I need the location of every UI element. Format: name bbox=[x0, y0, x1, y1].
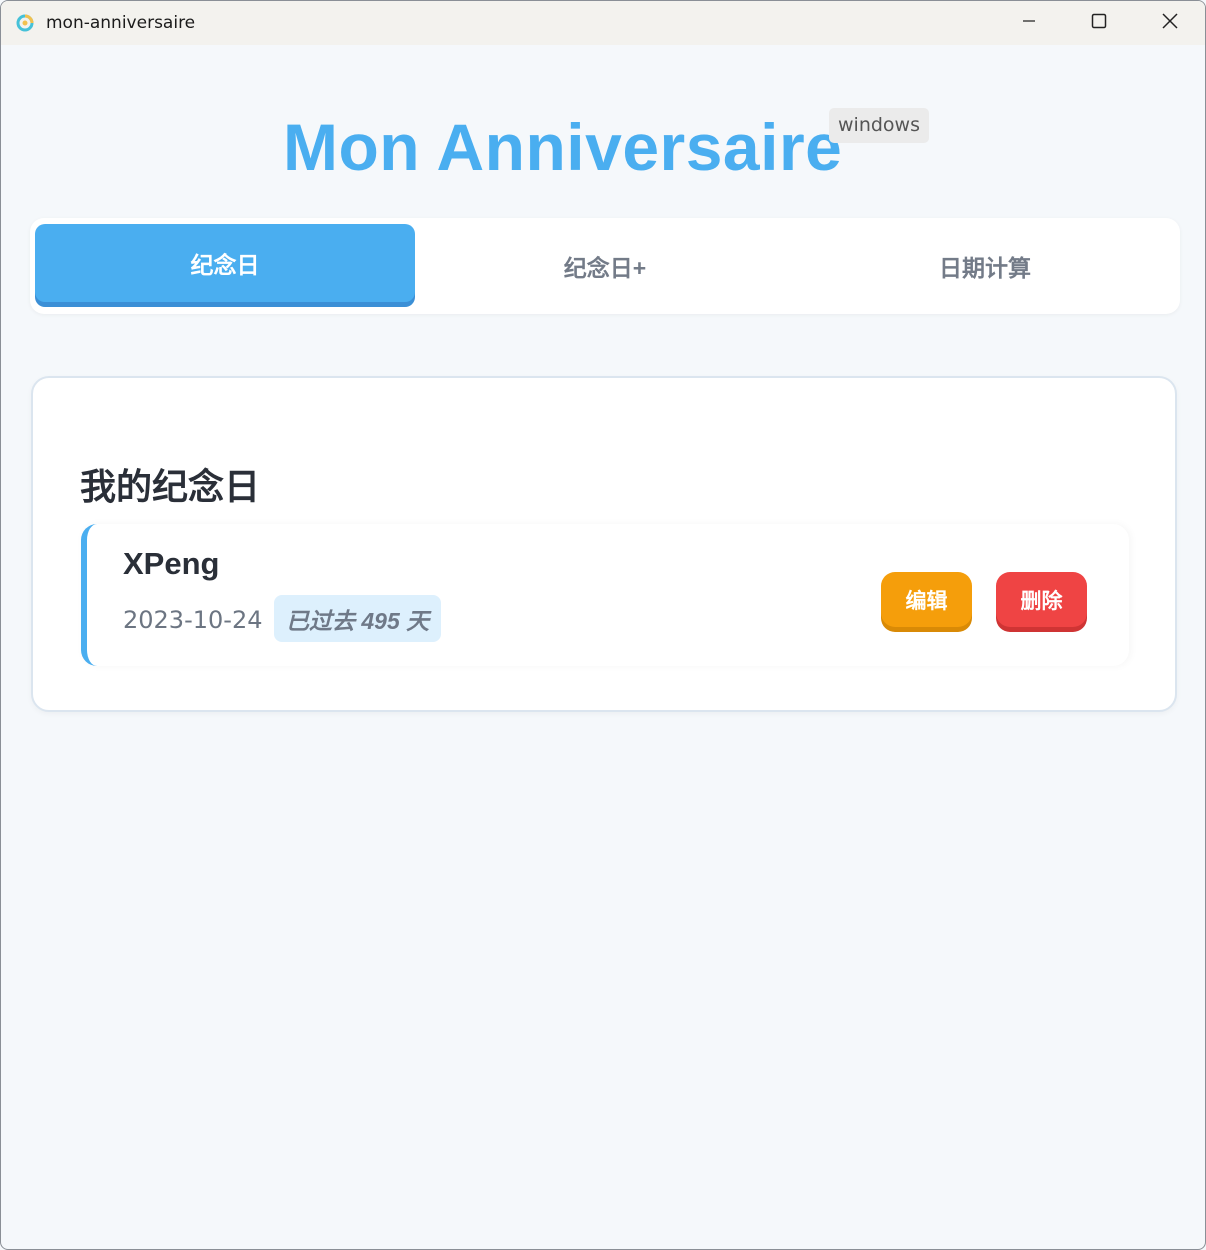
app-window: mon-anniversaire Mon Anniversaire window… bbox=[0, 0, 1206, 1250]
anniversary-date: 2023-10-24 bbox=[123, 606, 263, 634]
minimize-button[interactable] bbox=[994, 1, 1064, 45]
section-title: 我的纪念日 bbox=[80, 466, 261, 507]
delete-button[interactable]: 删除 bbox=[996, 572, 1087, 627]
app-logo-icon bbox=[15, 13, 35, 33]
maximize-icon bbox=[1091, 13, 1107, 34]
app-heading: Mon Anniversaire bbox=[283, 110, 843, 184]
tab-anniversary-plus[interactable]: 纪念日+ bbox=[415, 224, 795, 308]
tab-date-calculator[interactable]: 日期计算 bbox=[795, 224, 1175, 308]
anniversary-name: XPeng bbox=[123, 546, 220, 581]
edit-button[interactable]: 编辑 bbox=[881, 572, 972, 627]
tab-anniversary[interactable]: 纪念日 bbox=[35, 224, 415, 302]
list-item: XPeng 2023-10-24 已过去 495 天 编辑 删除 bbox=[81, 524, 1129, 666]
title-bar: mon-anniversaire bbox=[1, 1, 1205, 45]
minimize-icon bbox=[1022, 14, 1036, 33]
elapsed-days-badge: 已过去 495 天 bbox=[274, 595, 442, 642]
platform-badge: windows bbox=[829, 108, 929, 143]
window-title: mon-anniversaire bbox=[46, 13, 196, 33]
close-icon bbox=[1162, 12, 1178, 34]
anniversary-list-card: 我的纪念日 XPeng 2023-10-24 已过去 495 天 编辑 删除 bbox=[31, 376, 1177, 712]
maximize-button[interactable] bbox=[1064, 1, 1134, 45]
app-header: Mon Anniversaire windows bbox=[1, 97, 1205, 197]
tab-bar: 纪念日 纪念日+ 日期计算 bbox=[30, 218, 1180, 314]
close-button[interactable] bbox=[1135, 1, 1205, 45]
